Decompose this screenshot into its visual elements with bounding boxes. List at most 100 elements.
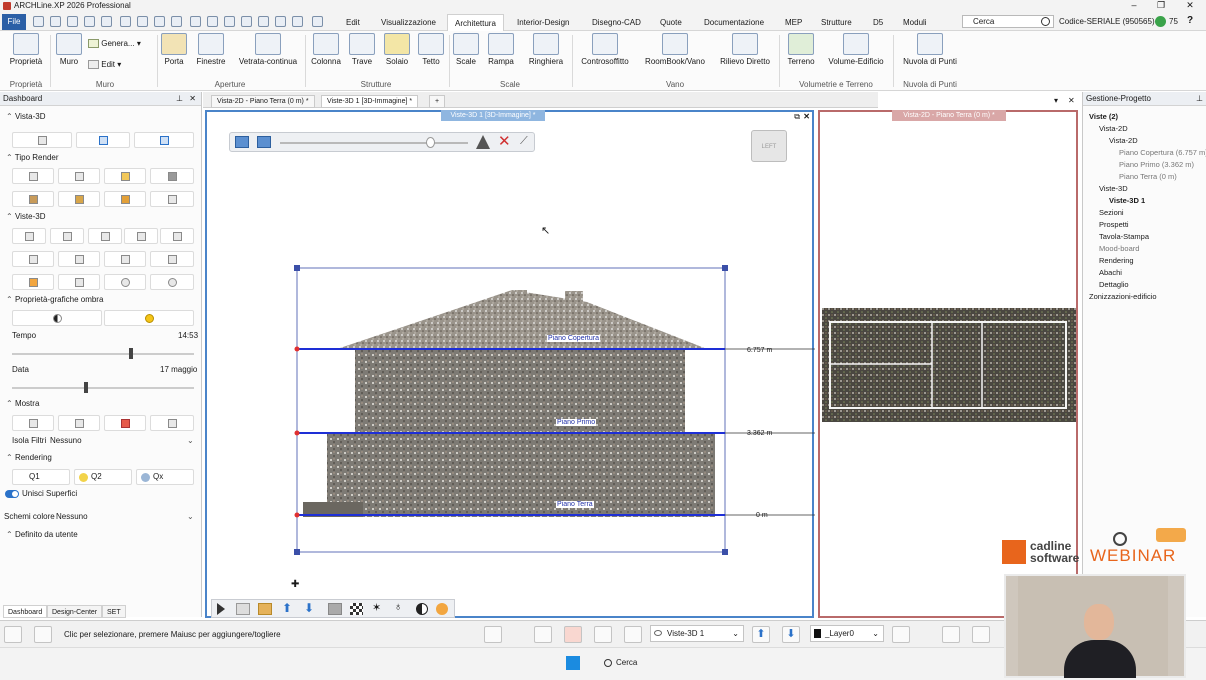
menu-interior-design[interactable]: Interior-Design [510,14,576,31]
tree-item[interactable]: Viste-3D [1099,184,1128,193]
snap-grid-icon[interactable] [534,626,552,643]
tree-item[interactable]: Vista-2D [1109,136,1138,145]
menu-disegno-cad[interactable]: Disegno-CAD [585,14,648,31]
render-texture2-button[interactable] [58,191,100,207]
rampa-button[interactable]: Rampa [486,33,516,66]
sun-toggle-icon[interactable] [436,603,448,615]
qx-button[interactable]: Qx [136,469,194,485]
measure-icon[interactable]: ⟋ [520,135,528,148]
menu-d5[interactable]: D5 [866,14,890,31]
undo-icon[interactable] [84,16,95,27]
close-icon[interactable]: ✕ [1180,0,1200,11]
tree-item[interactable]: Dettaglio [1099,280,1129,289]
offset-icon[interactable] [241,16,252,27]
menu-documentazione[interactable]: Documentazione [697,14,771,31]
wireframe-view-icon[interactable] [236,603,250,615]
view-back-button[interactable] [50,228,84,244]
menu-moduli[interactable]: Moduli [896,14,934,31]
rilievo-diretto-button[interactable]: Rilievo Diretto [716,33,774,66]
section-rendering[interactable]: Rendering [6,453,52,462]
print-icon[interactable] [67,16,78,27]
settings-icon[interactable] [4,626,22,643]
contrast-toggle-icon[interactable] [416,603,428,615]
section-box-icon[interactable] [235,136,249,148]
trim-icon[interactable] [258,16,269,27]
tree-item[interactable]: Tavola-Stampa [1099,232,1149,241]
tetto-button[interactable]: Tetto [416,33,446,66]
ringhiera-button[interactable]: Ringhiera [526,33,566,66]
zoom-in-button[interactable] [150,274,194,290]
tempo-slider-thumb[interactable] [129,348,133,359]
flip-icon[interactable] [476,135,490,149]
tree-item[interactable]: Piano Copertura (6.757 m) [1119,148,1206,157]
cut-icon[interactable] [120,16,131,27]
menu-strutture[interactable]: Strutture [814,14,859,31]
chevron-down-icon[interactable]: ⌄ [187,512,194,521]
isola-value[interactable]: Nessuno [50,436,82,445]
tree-item[interactable]: Sezioni [1099,208,1124,217]
handle-bl[interactable] [294,549,300,555]
tempo-slider[interactable] [12,348,194,359]
refresh-icon[interactable] [942,626,960,643]
view-cube[interactable]: LEFT [751,130,787,162]
section-tipo-render[interactable]: Tipo Render [6,153,59,162]
section-mostra[interactable]: Mostra [6,399,39,408]
finestre-button[interactable]: Finestre [194,33,228,66]
level-down-icon[interactable]: ⬇ [782,626,800,643]
colonna-button[interactable]: Colonna [309,33,343,66]
controsoffitto-button[interactable]: Controsoffitto [578,33,632,66]
show-light-button[interactable] [12,415,54,431]
snap-icon[interactable] [484,626,502,643]
view-3d[interactable]: Viste-3D 1 [3D-Immagine] * ⧉ ✕ ✕ ⟋ LEFT … [205,110,815,618]
arrow-up-icon[interactable]: ⬆ [282,601,292,615]
render-texture-button[interactable] [12,191,54,207]
section-slider-thumb[interactable] [426,137,435,148]
file-menu[interactable]: File [2,14,26,30]
porta-button[interactable]: Porta [160,33,188,66]
section-plane-icon[interactable] [257,136,271,148]
handle-tr[interactable] [722,265,728,271]
light-bulb-icon[interactable]: ♁ [394,601,402,613]
tree-item[interactable]: Zonizzazioni-edificio [1089,292,1157,301]
unisci-toggle[interactable] [5,490,19,498]
q1-button[interactable]: Q1 [12,469,70,485]
tree-item[interactable]: Abachi [1099,268,1122,277]
iso-ne-button[interactable] [104,251,146,267]
section-definito[interactable]: Definito da utente [6,530,78,539]
tab-add[interactable]: + [429,95,446,108]
handle-br[interactable] [722,549,728,555]
menu-quote[interactable]: Quote [653,14,689,31]
volume-edificio-button[interactable]: Volume-Edificio [826,33,886,66]
tree-item[interactable]: Vista-2D [1099,124,1128,133]
iso-sw-button[interactable] [12,251,54,267]
sparkle-icon[interactable]: ✶ [372,601,381,614]
vetrata-continua-button[interactable]: Vetrata-continua [236,33,300,66]
muro-button[interactable]: Muro [54,33,84,66]
layers-icon[interactable] [892,626,910,643]
render-material-button[interactable] [104,191,146,207]
save-icon[interactable] [50,16,61,27]
open-icon[interactable] [33,16,44,27]
layers-view-icon[interactable] [328,603,342,615]
menu-architettura[interactable]: Architettura [447,14,504,31]
render-shaded-button[interactable] [104,168,146,184]
trave-button[interactable]: Trave [347,33,377,66]
pin-icon[interactable]: ⊥ [1196,92,1203,106]
tree-item[interactable]: Piano Primo (3.362 m) [1119,160,1194,169]
play-icon[interactable] [217,603,225,615]
vista-btn-1[interactable] [12,132,72,148]
view-top-button[interactable] [160,228,194,244]
copy-icon[interactable] [137,16,148,27]
menu-mep[interactable]: MEP [778,14,809,31]
brush-icon[interactable] [171,16,182,27]
solaio-button[interactable]: Solaio [382,33,412,66]
restore-icon[interactable]: ⧉ [794,112,800,122]
menu-visualizzazione[interactable]: Visualizzazione [374,14,443,31]
proprieta-button[interactable]: Proprietà [8,33,44,66]
taskbar-search[interactable]: Cerca [598,653,646,673]
arrow-down-icon[interactable]: ⬇ [304,601,314,615]
shadow-toggle-button[interactable] [12,310,102,326]
extend-icon[interactable] [275,16,286,27]
paste-icon[interactable] [154,16,165,27]
tab-dashboard[interactable]: Dashboard [3,605,48,618]
